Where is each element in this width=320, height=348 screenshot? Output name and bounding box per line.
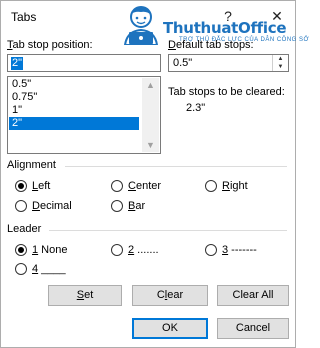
scroll-down-arrow-icon[interactable]: ▼ xyxy=(142,138,159,152)
alignment-right-label: Right xyxy=(222,180,248,192)
clear-button[interactable]: Clear xyxy=(132,285,208,306)
alignment-decimal-option[interactable]: Decimal xyxy=(15,200,72,212)
leader-dashes-option[interactable]: 3 ------- xyxy=(205,244,257,256)
alignment-right-option[interactable]: Right xyxy=(205,180,248,192)
list-scrollbar[interactable]: ▲ ▼ xyxy=(142,78,159,152)
leader-underline-label: 4 ____ xyxy=(32,263,66,275)
alignment-center-label: Center xyxy=(128,180,162,192)
leader-none-option[interactable]: 1 None xyxy=(15,244,67,256)
list-item-selected[interactable]: 2" xyxy=(9,117,139,130)
logo-text: ThuthuatOffice xyxy=(163,19,287,37)
list-item[interactable]: 0.75" xyxy=(9,91,139,104)
spinner-arrows[interactable]: ▲ ▼ xyxy=(272,55,288,71)
scroll-up-arrow-icon[interactable]: ▲ xyxy=(142,78,159,92)
alignment-heading: Alignment xyxy=(7,159,56,171)
alignment-left-label: Left xyxy=(32,180,51,192)
leader-dots-label: 2 ....... xyxy=(128,244,159,256)
radio[interactable] xyxy=(111,180,123,192)
alignment-bar-option[interactable]: Bar xyxy=(111,200,145,212)
default-tab-stops-spinner[interactable]: 0.5" ▲ ▼ xyxy=(168,54,289,72)
leader-underline-option[interactable]: 4 ____ xyxy=(15,263,66,275)
clear-all-button[interactable]: Clear All xyxy=(217,285,289,306)
leader-divider xyxy=(49,230,287,231)
default-tab-stops-label: Default tab stops: xyxy=(168,39,254,51)
alignment-bar-label: Bar xyxy=(128,200,146,212)
alignment-divider xyxy=(65,166,287,167)
set-button[interactable]: Set xyxy=(48,285,122,306)
tab-stops-to-clear-value: 2.3" xyxy=(186,102,206,114)
tabs-dialog: Tabs ? ✕ ThuthuatOffice TRỢ THỦ ĐẮC LỰC … xyxy=(0,0,309,348)
default-tab-stops-value: 0.5" xyxy=(173,57,193,69)
tab-stop-list[interactable]: 0.5" 0.75" 1" 2" ▲ ▼ xyxy=(7,76,161,154)
ok-button[interactable]: OK xyxy=(132,318,208,339)
person-at-laptop-icon xyxy=(123,6,159,45)
radio[interactable] xyxy=(111,244,123,256)
tab-stop-position-value: 2" xyxy=(11,57,24,70)
radio-selected[interactable] xyxy=(15,244,27,256)
tab-stop-position-label: Tab stop position: xyxy=(7,39,93,51)
leader-dots-option[interactable]: 2 ....... xyxy=(111,244,159,256)
list-item[interactable]: 1" xyxy=(9,104,139,117)
radio[interactable] xyxy=(15,200,27,212)
spin-down-icon[interactable]: ▼ xyxy=(273,63,288,71)
cancel-button[interactable]: Cancel xyxy=(217,318,289,339)
alignment-left-option[interactable]: Left xyxy=(15,180,50,192)
tab-stops-to-clear-label: Tab stops to be cleared: xyxy=(168,86,285,98)
dialog-title: Tabs xyxy=(11,10,37,24)
radio[interactable] xyxy=(205,244,217,256)
alignment-center-option[interactable]: Center xyxy=(111,180,161,192)
list-item[interactable]: 0.5" xyxy=(9,78,139,91)
leader-heading: Leader xyxy=(7,223,42,235)
leader-dashes-label: 3 ------- xyxy=(222,244,257,256)
tab-stop-position-input[interactable]: 2" xyxy=(7,54,161,72)
radio-selected[interactable] xyxy=(15,180,27,192)
radio[interactable] xyxy=(205,180,217,192)
leader-none-label: 1 None xyxy=(32,244,68,256)
spin-up-icon[interactable]: ▲ xyxy=(273,55,288,63)
radio[interactable] xyxy=(15,263,27,275)
radio[interactable] xyxy=(111,200,123,212)
alignment-decimal-label: Decimal xyxy=(32,200,72,212)
